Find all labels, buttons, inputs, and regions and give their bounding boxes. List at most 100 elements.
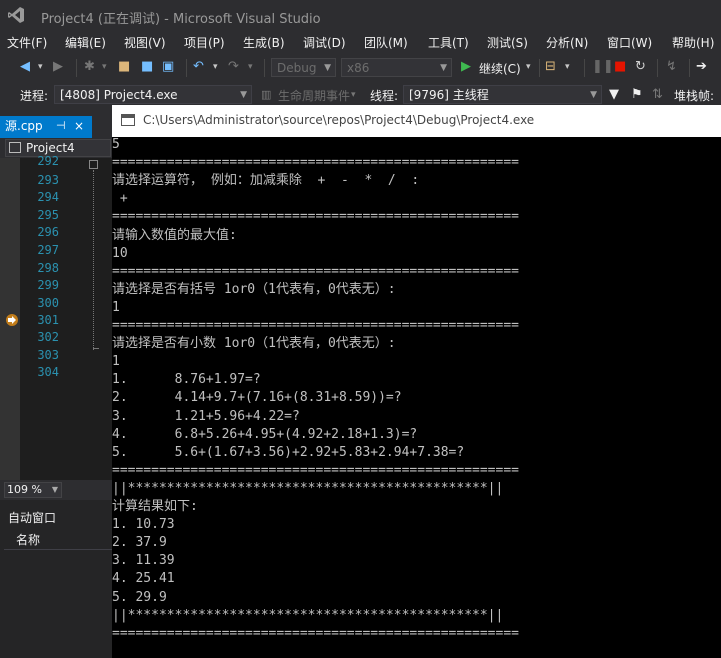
expand-callstack-icon[interactable]: ⇅ [652,86,663,104]
browse-dropdown-icon[interactable]: ▾ [565,58,570,76]
editor-zoom-bar: 109 % ▼ [0,480,112,500]
console-line: 3. 11.39 [112,553,175,569]
menu-build[interactable]: 生成(B) [243,34,285,51]
console-line: 1 [112,299,120,315]
console-line: 1 [112,354,120,370]
zoom-level-select[interactable]: 109 % ▼ [4,482,62,498]
debug-location-toolbar: 进程: [4808] Project4.exe ▼ ▥ 生命周期事件 ▾ 线程:… [0,81,721,108]
save-all-icon[interactable]: ▣ [162,58,174,76]
menu-test[interactable]: 测试(S) [487,34,528,51]
menu-analyze[interactable]: 分析(N) [546,34,588,51]
line-number: 299 [37,278,59,292]
console-line: 4. 6.8+5.26+4.95+(4.92+2.18+1.3)=? [112,426,418,442]
continue-dropdown-icon[interactable]: ▾ [526,58,531,76]
redo-dropdown-icon[interactable]: ▾ [248,58,253,76]
collapse-block-icon[interactable] [89,160,98,169]
line-number: 292 [37,154,59,168]
filter-icon[interactable]: ▼ [609,86,619,104]
line-number: 293 [37,173,59,187]
console-app-icon [121,114,135,126]
new-dropdown-icon[interactable]: ▾ [102,58,107,76]
code-editor[interactable]: 292 293 294 295 296 297 298 299 300 301 … [0,154,112,480]
undo-dropdown-icon[interactable]: ▾ [213,58,218,76]
window-title: Project4 (正在调试) - Microsoft Visual Studi… [41,12,321,27]
forward-icon[interactable]: ▶ [53,58,63,76]
menu-help[interactable]: 帮助(H) [672,34,714,51]
save-icon[interactable]: ■ [141,58,153,76]
title-bar: Project4 (正在调试) - Microsoft Visual Studi… [0,0,721,31]
tab-source-cpp[interactable]: 源.cpp ⊣ × [0,116,92,138]
stop-debugging-icon[interactable]: ■ [614,58,626,76]
visual-studio-logo-icon [8,7,24,23]
thread-label: 线程: [370,89,399,103]
console-line: ========================================… [112,318,519,333]
menu-team[interactable]: 团队(M) [364,34,408,51]
chevron-down-icon: ▼ [590,90,597,100]
project-icon [9,142,21,153]
chevron-down-icon: ▼ [51,485,58,494]
console-line: ||**************************************… [112,480,504,496]
chevron-down-icon: ▼ [324,63,331,73]
back-dropdown-icon[interactable]: ▾ [38,58,43,76]
console-line: 请选择是否有小数 1or0（1代表有，0代表无）: [112,336,396,352]
console-line: 2. 4.14+9.7+(7.16+(8.31+8.59))=? [112,390,402,406]
restart-icon[interactable]: ↻ [635,58,646,76]
menu-window[interactable]: 窗口(W) [607,34,652,51]
console-line: ||**************************************… [112,607,504,623]
line-number: 303 [37,348,59,362]
process-label: 进程: [20,89,49,103]
autos-window-title: 自动窗口 [8,511,57,525]
solution-platform-select[interactable]: x86 ▼ [341,58,452,77]
line-number: 294 [37,190,59,204]
autos-column-name-header[interactable]: 名称 [4,530,112,550]
console-line: ========================================… [112,209,519,225]
console-line: 请选择是否有括号 1or0（1代表有，0代表无）: [112,281,396,297]
continue-button[interactable]: 继续(C) [479,60,521,77]
menu-view[interactable]: 视图(V) [124,34,166,51]
break-all-icon[interactable]: ❚❚ [592,58,614,76]
standard-toolbar: ◀ ▾ ▶ ✱ ▾ ■ ■ ▣ ↶ ▾ ↷ ▾ Debug ▼ x86 ▼ ▶ … [0,55,721,81]
console-line: 5. 29.9 [112,589,167,605]
hot-reload-icon[interactable]: ↯ [666,58,677,76]
open-folder-icon[interactable]: ■ [118,58,130,76]
menu-project[interactable]: 项目(P) [184,34,225,51]
menu-bar: 文件(F) 编辑(E) 视图(V) 项目(P) 生成(B) 调试(D) 团队(M… [0,31,721,53]
new-project-icon[interactable]: ✱ [84,58,95,76]
continue-play-icon[interactable]: ▶ [461,58,471,76]
console-line: 5 [112,137,120,152]
console-line: 1. 10.73 [112,517,175,533]
console-line: 4. 25.41 [112,571,175,587]
thread-select[interactable]: [9796] 主线程 ▼ [403,85,602,104]
console-line: 请输入数值的最大值: [112,227,237,243]
show-next-statement-icon[interactable]: ➔ [696,58,707,76]
back-icon[interactable]: ◀ [20,58,30,76]
lifecycle-dropdown-icon[interactable]: ▾ [351,86,356,104]
line-number: 296 [37,225,59,239]
solution-configuration-select[interactable]: Debug ▼ [271,58,336,77]
process-select[interactable]: [4808] Project4.exe ▼ [54,85,252,104]
undo-icon[interactable]: ↶ [193,58,204,76]
line-number: 295 [37,208,59,222]
browse-icon[interactable]: ⊟ [545,58,556,76]
console-line: 2. 37.9 [112,535,167,551]
console-title: C:\Users\Administrator\source\repos\Proj… [143,113,535,127]
redo-icon[interactable]: ↷ [228,58,239,76]
console-line: 5. 5.6+(1.67+3.56)+2.92+5.83+2.94+7.38=? [112,444,465,460]
menu-tools[interactable]: 工具(T) [428,34,469,51]
menu-debug[interactable]: 调试(D) [303,34,346,51]
line-number: 300 [37,296,59,310]
chevron-down-icon: ▼ [440,63,447,73]
lifecycle-events-icon[interactable]: ▥ [261,86,271,104]
pin-icon[interactable]: ⊣ [56,116,66,136]
console-window[interactable]: C:\Users\Administrator\source\repos\Proj… [112,105,721,658]
lifecycle-events-button[interactable]: 生命周期事件 [278,87,350,104]
line-number: 298 [37,261,59,275]
line-number: 304 [37,365,59,379]
console-title-bar[interactable]: C:\Users\Administrator\source\repos\Proj… [112,105,721,137]
flag-threads-icon[interactable]: ⚑ [631,86,643,104]
line-number: 302 [37,330,59,344]
menu-edit[interactable]: 编辑(E) [65,34,106,51]
close-icon[interactable]: × [74,116,84,136]
menu-file[interactable]: 文件(F) [7,34,47,51]
console-line: 1. 8.76+1.97=? [112,372,261,388]
